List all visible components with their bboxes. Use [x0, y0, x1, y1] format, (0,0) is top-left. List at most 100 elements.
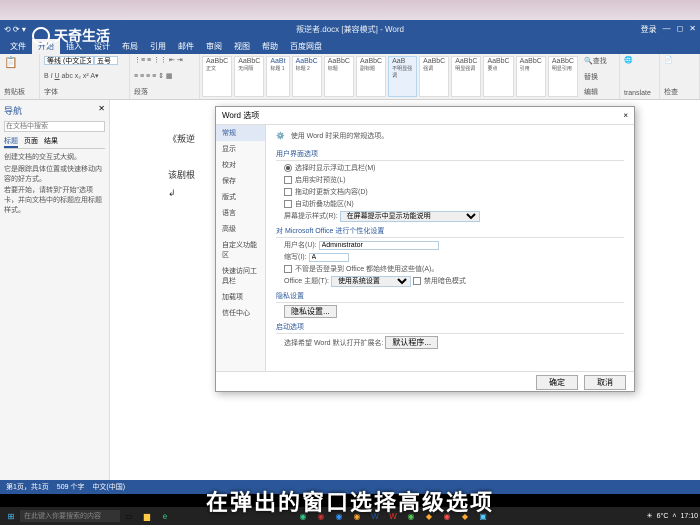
watermark-logo: 天奇生活: [32, 26, 110, 46]
group-translate: 🌐 translate: [620, 54, 660, 99]
opt-general[interactable]: 常规: [216, 125, 265, 141]
section-personalize: 对 Microsoft Office 进行个性化设置: [276, 226, 624, 238]
privacy-button[interactable]: 隐私设置...: [284, 305, 337, 318]
theme-select[interactable]: 使用系统设置: [331, 276, 411, 287]
options-icon: ⚙️: [276, 132, 285, 140]
para-buttons[interactable]: ⋮≡ ≡ ⋮⋮ ⇤ ⇥: [134, 56, 195, 64]
font-buttons[interactable]: B I U abc x₂ x² A▾: [44, 72, 125, 80]
magnifier-icon: [32, 27, 50, 45]
group-editing: 🔍查找 替换 编辑: [580, 54, 620, 99]
tab-view[interactable]: 视图: [228, 39, 256, 54]
translate-label: translate: [624, 90, 655, 97]
group-paper: 📄 检查: [660, 54, 700, 99]
tab-baidu[interactable]: 百度网盘: [284, 39, 328, 54]
nav-tab-headings[interactable]: 标题: [4, 136, 18, 148]
opt-save[interactable]: 保存: [216, 173, 265, 189]
maximize-icon[interactable]: ◻: [677, 24, 684, 35]
check-always[interactable]: [284, 265, 292, 273]
opt-customize-ribbon[interactable]: 自定义功能区: [216, 237, 265, 263]
initials-input[interactable]: [309, 253, 349, 262]
dialog-title: Word 选项: [222, 110, 259, 121]
window-title: 叛逆者.docx [兼容模式] - Word: [296, 24, 404, 35]
check-livepreview[interactable]: [284, 176, 292, 184]
style-ref[interactable]: AaBbC引用: [516, 56, 546, 97]
nav-search-input[interactable]: [4, 121, 105, 132]
paper-icon[interactable]: 📄: [664, 56, 695, 64]
opt-proofing[interactable]: 校对: [216, 157, 265, 173]
video-subtitle: 在弹出的窗口选择高级选项: [0, 485, 700, 517]
username-input[interactable]: [319, 241, 439, 250]
translate-icon[interactable]: 🌐: [624, 56, 655, 64]
opt-display[interactable]: 显示: [216, 141, 265, 157]
style-nospacing[interactable]: AaBbC无间隔: [234, 56, 264, 97]
group-label: 编辑: [584, 87, 615, 97]
nav-title: 导航: [4, 104, 22, 117]
tab-mailings[interactable]: 邮件: [172, 39, 200, 54]
check-collapse[interactable]: [284, 200, 292, 208]
style-strong[interactable]: AaBbC强调: [419, 56, 449, 97]
style-intense[interactable]: AaBbC要点: [483, 56, 513, 97]
minimize-icon[interactable]: —: [663, 24, 671, 35]
dialog-header: 使用 Word 时采用的常规选项。: [291, 131, 389, 141]
tab-file[interactable]: 文件: [4, 39, 32, 54]
opt-quickaccess[interactable]: 快速访问工具栏: [216, 263, 265, 289]
navigation-pane: 导航 ✕ 标题 页面 结果 创建文档的交互式大纲。 它是跟踪具体位置或快速移动内容…: [0, 100, 110, 480]
opt-trust[interactable]: 信任中心: [216, 305, 265, 321]
group-clipboard: 📋 剪贴板: [0, 54, 40, 99]
nav-close-icon[interactable]: ✕: [98, 104, 105, 121]
tooltip-select[interactable]: 在屏幕提示中显示功能说明: [340, 211, 480, 222]
style-emphasis[interactable]: AaB不明显强调: [388, 56, 417, 97]
para-buttons2[interactable]: ≡ ≡ ≡ ≡ ⇕ ▦: [134, 72, 195, 80]
section-ui: 用户界面选项: [276, 149, 624, 161]
font-select[interactable]: [44, 56, 94, 65]
find-button[interactable]: 🔍查找: [584, 56, 615, 66]
section-startup: 启动选项: [276, 322, 624, 334]
check-dragdrop[interactable]: [284, 188, 292, 196]
style-h1[interactable]: AaBt标题 1: [266, 56, 289, 97]
group-paragraph: ⋮≡ ≡ ⋮⋮ ⇤ ⇥ ≡ ≡ ≡ ≡ ⇕ ▦ 段落: [130, 54, 200, 99]
group-label: 字体: [44, 87, 125, 97]
tab-review[interactable]: 审阅: [200, 39, 228, 54]
paper-label: 检查: [664, 87, 695, 97]
desk-edge: [0, 0, 700, 20]
close-icon[interactable]: ✕: [689, 24, 696, 35]
opt-language[interactable]: 语言: [216, 205, 265, 221]
default-programs-button[interactable]: 默认程序...: [385, 336, 438, 349]
nav-tab-results[interactable]: 结果: [44, 136, 58, 148]
ok-button[interactable]: 确定: [536, 375, 578, 390]
quickaccess[interactable]: ⟲ ⟳ ▾: [4, 25, 26, 34]
replace-button[interactable]: 替换: [584, 72, 615, 82]
check-bg[interactable]: [413, 277, 421, 285]
style-h2[interactable]: AaBbC标题 2: [292, 56, 322, 97]
ribbon: 📋 剪贴板 B I U abc x₂ x² A▾ 字体 ⋮≡ ≡ ⋮⋮ ⇤ ⇥ …: [0, 54, 700, 100]
dialog-nav: 常规 显示 校对 保存 版式 语言 高级 自定义功能区 快速访问工具栏 加载项 …: [216, 125, 266, 371]
nav-hint-1: 创建文档的交互式大纲。: [4, 153, 105, 163]
signin-link[interactable]: 登录: [641, 24, 657, 35]
word-options-dialog: Word 选项 × 常规 显示 校对 保存 版式 语言 高级 自定义功能区 快速…: [215, 106, 635, 392]
style-quote[interactable]: AaBbC明显强调: [451, 56, 481, 97]
logo-text: 天奇生活: [54, 26, 110, 46]
size-select[interactable]: [94, 56, 118, 65]
tab-layout[interactable]: 布局: [116, 39, 144, 54]
radio-minitoolbar[interactable]: [284, 164, 292, 172]
style-subtitle[interactable]: AaBbC副标题: [356, 56, 386, 97]
word-window: ⟲ ⟳ ▾ 叛逆者.docx [兼容模式] - Word 登录 — ◻ ✕ 文件…: [0, 20, 700, 480]
opt-addins[interactable]: 加载项: [216, 289, 265, 305]
dialog-close-icon[interactable]: ×: [623, 111, 628, 120]
group-label: 段落: [134, 87, 195, 97]
style-title[interactable]: AaBbC标题: [324, 56, 354, 97]
nav-hint-2: 它是跟踪具体位置或快速移动内容的好方式。: [4, 165, 105, 185]
style-book[interactable]: AaBbC明显引用: [548, 56, 578, 97]
opt-layout[interactable]: 版式: [216, 189, 265, 205]
style-normal[interactable]: AaBbC正文: [202, 56, 232, 97]
group-styles: AaBbC正文 AaBbC无间隔 AaBt标题 1 AaBbC标题 2 AaBb…: [200, 54, 580, 99]
section-privacy: 隐私设置: [276, 291, 624, 303]
cancel-button[interactable]: 取消: [584, 375, 626, 390]
tab-references[interactable]: 引用: [144, 39, 172, 54]
group-label: 剪贴板: [4, 87, 35, 97]
opt-advanced[interactable]: 高级: [216, 221, 265, 237]
paste-icon[interactable]: 📋: [4, 56, 35, 69]
nav-hint-3: 若要开始，请转到"开始"选项卡，并向文档中的标题应用标题样式。: [4, 186, 105, 215]
tab-help[interactable]: 帮助: [256, 39, 284, 54]
nav-tab-pages[interactable]: 页面: [24, 136, 38, 148]
